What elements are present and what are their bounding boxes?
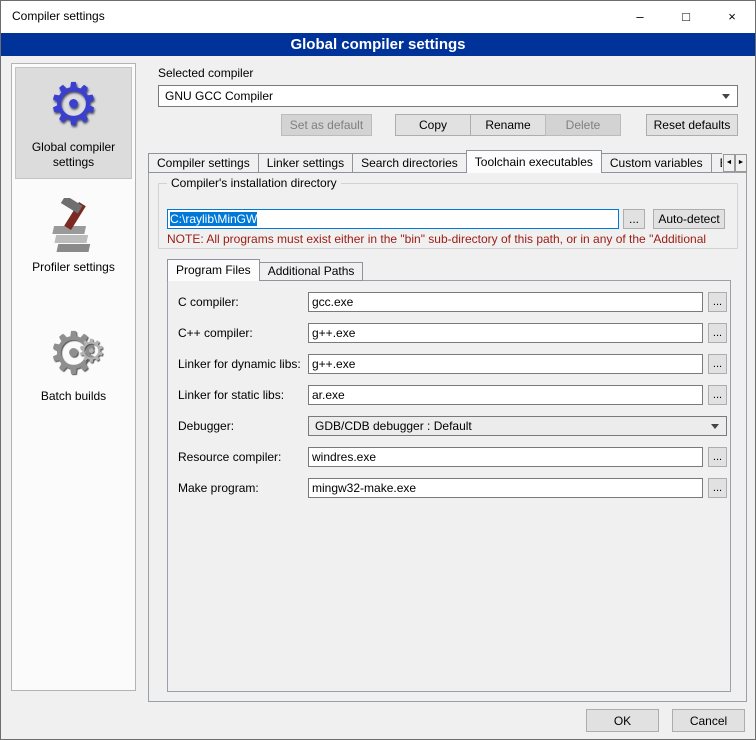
dialog-header: Global compiler settings: [1, 33, 755, 56]
cancel-button[interactable]: Cancel: [672, 709, 745, 732]
program-files-tabstrip: Program Files Additional Paths: [167, 259, 567, 281]
resource-compiler-browse-button[interactable]: ...: [708, 447, 727, 467]
tab-additional-paths[interactable]: Additional Paths: [259, 262, 364, 281]
browse-directory-button[interactable]: ...: [623, 209, 645, 229]
toolchain-executables-panel: Compiler's installation directory C:\ray…: [148, 172, 747, 702]
close-button[interactable]: ×: [709, 1, 755, 33]
make-program-label: Make program:: [178, 478, 259, 498]
installation-directory-input[interactable]: C:\raylib\MinGW: [167, 209, 619, 229]
installation-directory-value: C:\raylib\MinGW: [170, 212, 257, 226]
compiler-settings-dialog: Compiler settings – □ × Global compiler …: [0, 0, 756, 740]
maximize-button[interactable]: □: [663, 1, 709, 33]
resource-compiler-row: Resource compiler: ...: [168, 447, 730, 467]
tab-build-options[interactable]: Builc: [711, 153, 722, 173]
linker-static-row: Linker for static libs: ...: [168, 385, 730, 405]
resource-compiler-label: Resource compiler:: [178, 447, 281, 467]
sidebar-item-label: Global compiler settings: [18, 138, 129, 174]
linker-static-input[interactable]: [308, 385, 703, 405]
cpp-compiler-row: C++ compiler: ...: [168, 323, 730, 343]
debugger-value: GDB/CDB debugger : Default: [315, 419, 472, 433]
resource-compiler-input[interactable]: [308, 447, 703, 467]
installation-directory-group: Compiler's installation directory C:\ray…: [158, 183, 738, 249]
chevron-down-icon: [711, 424, 719, 429]
rename-button[interactable]: Rename: [470, 114, 546, 136]
sidebar: ⚙ Global compiler settings Profiler sett…: [11, 63, 136, 691]
make-program-row: Make program: ...: [168, 478, 730, 498]
debugger-row: Debugger: GDB/CDB debugger : Default: [168, 416, 730, 436]
gear-icon: ⚙: [18, 72, 129, 138]
ok-button[interactable]: OK: [586, 709, 659, 732]
make-program-input[interactable]: [308, 478, 703, 498]
window-title: Compiler settings: [12, 9, 105, 23]
make-program-browse-button[interactable]: ...: [708, 478, 727, 498]
selected-compiler-dropdown[interactable]: GNU GCC Compiler: [158, 85, 738, 107]
debugger-select[interactable]: GDB/CDB debugger : Default: [308, 416, 727, 436]
linker-dynamic-label: Linker for dynamic libs:: [178, 354, 301, 374]
c-compiler-label: C compiler:: [178, 292, 239, 312]
tab-custom-variables[interactable]: Custom variables: [601, 153, 712, 173]
c-compiler-browse-button[interactable]: ...: [708, 292, 727, 312]
sidebar-item-global-compiler-settings[interactable]: ⚙ Global compiler settings: [15, 67, 132, 179]
linker-static-browse-button[interactable]: ...: [708, 385, 727, 405]
settings-tabstrip: Compiler settings Linker settings Search…: [148, 150, 722, 173]
installation-directory-group-title: Compiler's installation directory: [167, 176, 341, 190]
debugger-label: Debugger:: [178, 416, 234, 436]
copy-button[interactable]: Copy: [395, 114, 471, 136]
cpp-compiler-label: C++ compiler:: [178, 323, 253, 343]
profiler-icon: [17, 198, 130, 258]
selected-compiler-label: Selected compiler: [158, 66, 253, 80]
directory-note: NOTE: All programs must exist either in …: [167, 232, 735, 246]
minimize-button[interactable]: –: [617, 1, 663, 33]
set-as-default-button[interactable]: Set as default: [281, 114, 372, 136]
titlebar: Compiler settings – □ ×: [1, 1, 755, 33]
auto-detect-button[interactable]: Auto-detect: [653, 209, 725, 229]
tab-linker-settings[interactable]: Linker settings: [258, 153, 353, 173]
linker-dynamic-input[interactable]: [308, 354, 703, 374]
chevron-down-icon: [722, 94, 730, 99]
sidebar-item-batch-builds[interactable]: ⚙⚙ Batch builds: [15, 317, 132, 412]
tab-search-directories[interactable]: Search directories: [352, 153, 467, 173]
tab-compiler-settings[interactable]: Compiler settings: [148, 153, 259, 173]
c-compiler-input[interactable]: [308, 292, 703, 312]
tab-scroll-left-button[interactable]: ◄: [723, 154, 735, 172]
linker-dynamic-browse-button[interactable]: ...: [708, 354, 727, 374]
tab-program-files[interactable]: Program Files: [167, 259, 260, 281]
sidebar-item-profiler-settings[interactable]: Profiler settings: [15, 191, 132, 283]
tab-scroll-right-button[interactable]: ►: [735, 154, 747, 172]
cpp-compiler-browse-button[interactable]: ...: [708, 323, 727, 343]
sidebar-item-label: Batch builds: [17, 387, 130, 408]
c-compiler-row: C compiler: ...: [168, 292, 730, 312]
delete-button[interactable]: Delete: [545, 114, 621, 136]
window-controls: – □ ×: [617, 1, 755, 33]
linker-static-label: Linker for static libs:: [178, 385, 284, 405]
sidebar-item-label: Profiler settings: [17, 258, 130, 279]
selected-compiler-value: GNU GCC Compiler: [165, 89, 273, 103]
linker-dynamic-row: Linker for dynamic libs: ...: [168, 354, 730, 374]
gears-icon: ⚙⚙: [17, 321, 130, 387]
program-files-panel: C compiler: ... C++ compiler: ... Linker…: [167, 280, 731, 692]
reset-defaults-button[interactable]: Reset defaults: [646, 114, 738, 136]
arrow-right-icon: ►: [738, 159, 745, 166]
arrow-left-icon: ◄: [726, 159, 733, 166]
cpp-compiler-input[interactable]: [308, 323, 703, 343]
tab-toolchain-executables[interactable]: Toolchain executables: [466, 150, 602, 173]
